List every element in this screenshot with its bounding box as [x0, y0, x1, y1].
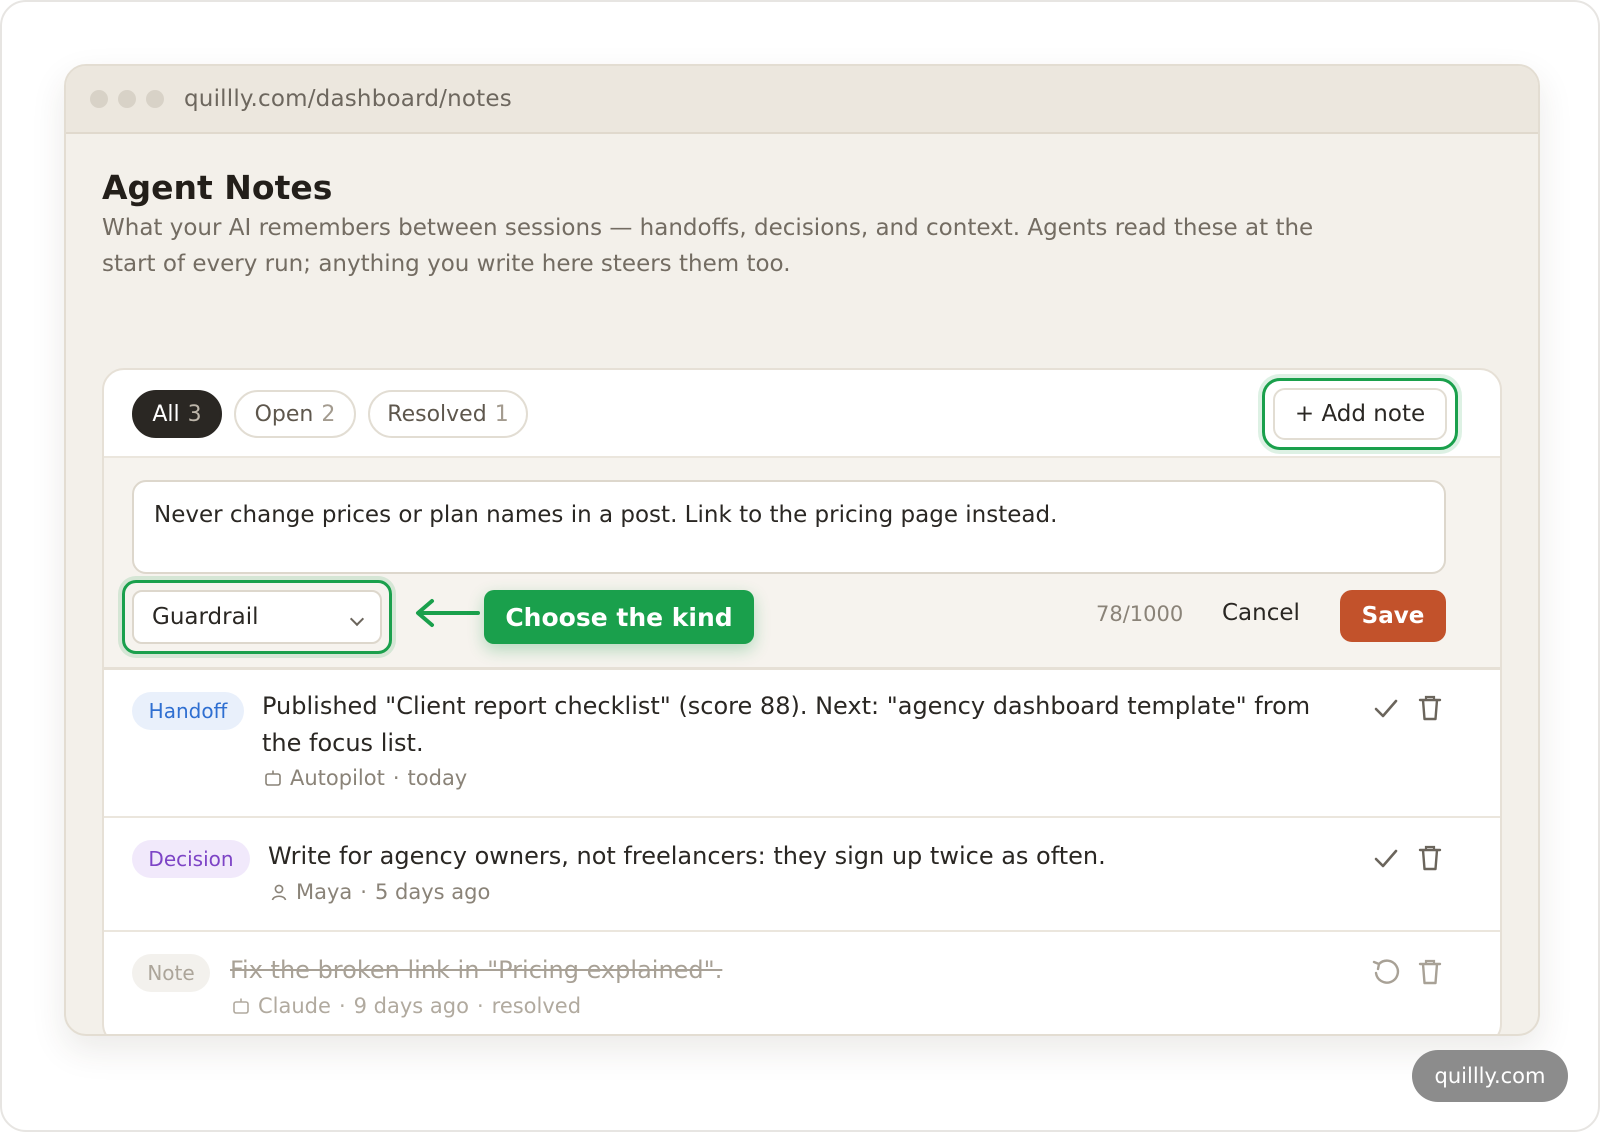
note-author: Claude	[258, 994, 331, 1018]
watermark-badge: quillly.com	[1412, 1050, 1568, 1102]
address-bar-url[interactable]: quillly.com/dashboard/notes	[184, 86, 512, 112]
note-text: Write for agency owners, not freelancers…	[268, 842, 1106, 870]
meta-separator: ·	[338, 994, 346, 1018]
kind-badge-decision: Decision	[132, 840, 250, 878]
browser-titlebar: quillly.com/dashboard/notes	[66, 66, 1538, 134]
tab-all-count: 3	[187, 401, 202, 427]
add-note-highlight: + Add note	[1262, 378, 1458, 450]
note-meta: Maya · 5 days ago	[270, 880, 490, 904]
bot-icon	[265, 770, 281, 786]
notes-panel: All 3 Open 2 Resolved 1 + Add note Never…	[102, 368, 1502, 1034]
kind-select-value: Guardrail	[152, 604, 259, 630]
kind-select[interactable]: Guardrail	[132, 590, 382, 644]
tab-open-label: Open	[254, 401, 314, 427]
character-counter: 78/1000	[1096, 602, 1184, 626]
note-author: Autopilot	[290, 766, 385, 790]
page-content: Agent Notes What your AI remembers betwe…	[102, 134, 1502, 1034]
note-time: 5 days ago	[374, 880, 491, 904]
tab-all[interactable]: All 3	[132, 390, 222, 438]
trash-icon[interactable]	[1414, 692, 1446, 724]
callout-label: Choose the kind	[484, 590, 754, 644]
note-composer: Never change prices or plan names in a p…	[104, 458, 1500, 670]
reopen-icon[interactable]	[1370, 956, 1402, 988]
bot-icon	[233, 998, 249, 1014]
note-text-input[interactable]: Never change prices or plan names in a p…	[132, 480, 1446, 574]
page-title: Agent Notes	[102, 168, 333, 207]
note-text: Published "Client report checklist" (sco…	[262, 692, 1311, 757]
note-row: Note Fix the broken link in "Pricing exp…	[104, 932, 1500, 1034]
filter-tabs-bar: All 3 Open 2 Resolved 1 + Add note	[104, 370, 1500, 458]
save-button[interactable]: Save	[1340, 590, 1446, 642]
cancel-button[interactable]: Cancel	[1222, 600, 1300, 626]
meta-separator: ·	[476, 994, 484, 1018]
tab-all-label: All	[152, 401, 180, 427]
note-row: Handoff Published "Client report checkli…	[104, 670, 1500, 818]
person-icon	[271, 884, 287, 901]
note-status: resolved	[491, 994, 582, 1018]
window-minimize-dot[interactable]	[118, 90, 136, 108]
note-meta: Autopilot · today	[264, 766, 467, 790]
kind-badge-handoff: Handoff	[132, 692, 244, 730]
note-author: Maya	[296, 880, 353, 904]
screenshot-frame: quillly.com/dashboard/notes Agent Notes …	[0, 0, 1600, 1132]
tab-resolved[interactable]: Resolved 1	[368, 390, 528, 438]
meta-separator: ·	[392, 766, 400, 790]
note-text: Fix the broken link in "Pricing explaine…	[230, 956, 723, 984]
browser-window: quillly.com/dashboard/notes Agent Notes …	[64, 64, 1540, 1036]
chevron-down-icon	[349, 611, 365, 627]
kind-badge-note: Note	[132, 954, 210, 992]
resolve-check-icon[interactable]	[1370, 692, 1402, 724]
kind-select-highlight: Guardrail	[122, 580, 392, 654]
tab-resolved-label: Resolved	[387, 401, 487, 427]
meta-separator: ·	[360, 880, 367, 904]
page-subtitle: What your AI remembers between sessions …	[102, 215, 1314, 277]
note-meta: Claude · 9 days ago · resolved	[232, 994, 581, 1018]
resolve-check-icon[interactable]	[1370, 842, 1402, 874]
tab-resolved-count: 1	[494, 401, 509, 427]
trash-icon[interactable]	[1414, 956, 1446, 988]
window-close-dot[interactable]	[90, 90, 108, 108]
note-time: 9 days ago	[353, 994, 469, 1018]
note-row: Decision Write for agency owners, not fr…	[104, 818, 1500, 932]
trash-icon[interactable]	[1414, 842, 1446, 874]
tab-open[interactable]: Open 2	[234, 390, 356, 438]
arrow-left-icon	[416, 599, 480, 627]
add-note-button[interactable]: + Add note	[1273, 388, 1447, 440]
note-time: today	[407, 766, 468, 790]
tab-open-count: 2	[321, 401, 336, 427]
window-zoom-dot[interactable]	[146, 90, 164, 108]
